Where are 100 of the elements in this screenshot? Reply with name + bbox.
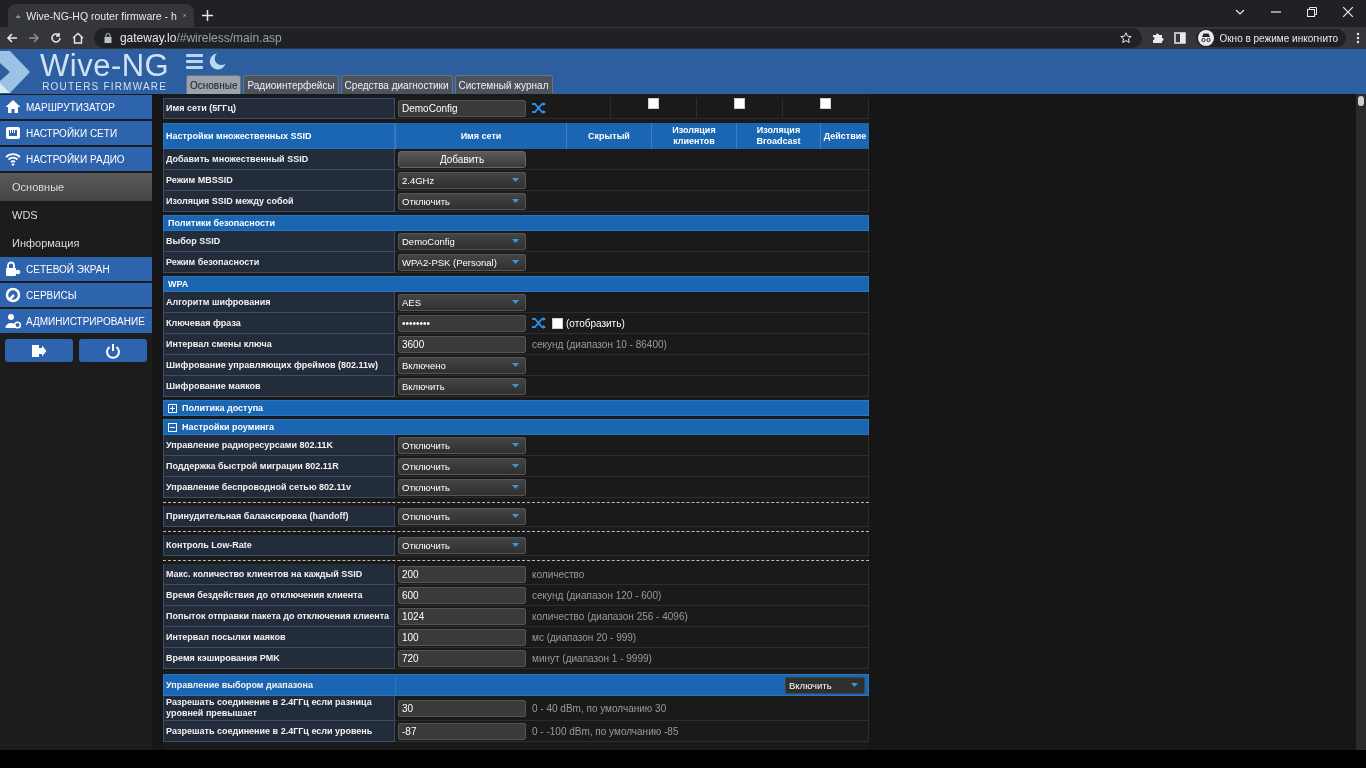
nav-item[interactable]: АДМИНИСТРИРОВАНИЕ [0,309,152,333]
nav-item[interactable]: НАСТРОЙКИ СЕТИ [0,121,152,145]
tab[interactable]: Средства диагностики [340,75,453,94]
power-button[interactable] [79,339,147,362]
scroll-thumb[interactable] [1358,96,1364,106]
dropdown[interactable]: Отключить [398,436,526,454]
profile-button[interactable]: Окно в режиме инкогнито [1196,29,1346,47]
checkbox[interactable] [648,98,659,109]
input-field[interactable]: DemoConfig [398,99,526,117]
field-label: Настройки множественных SSID [163,123,395,149]
star-icon[interactable] [1120,32,1133,44]
field-label: Добавить множественный SSID [163,149,395,170]
input-field[interactable]: 3600 [398,335,526,353]
field-label: Имя сети (5ГГц) [163,98,395,119]
field-label: Ключевая фраза [163,313,395,334]
tab[interactable]: Радиоинтерфейсы [243,75,339,94]
dropdown[interactable]: AES [398,293,526,311]
nav-subitem[interactable]: Информация [0,229,152,257]
nav-item[interactable]: НАСТРОЙКИ РАДИО [0,147,152,171]
collapse-icon[interactable] [168,422,177,432]
incognito-icon [1198,30,1215,46]
field-label: Разрешать соединение в 2.4ГГц если уровень [163,721,395,742]
column-header: Скрытый [566,123,651,149]
input-field[interactable]: 720 [398,649,526,667]
field-hint: минут (диапазон 1 - 9999) [532,652,652,664]
input-field[interactable]: •••••••• [398,314,526,332]
browser-tab[interactable]: Wive-NG-HQ router firmware - h [8,4,194,27]
dropdown[interactable]: Отключить [398,507,526,525]
field-label: Шифрование управляющих фреймов (802.11w) [163,355,395,376]
logo-subtitle: ROUTERS FIRMWARE [42,81,168,92]
dropdown[interactable]: Отключить [398,536,526,554]
checkbox[interactable] [820,98,831,109]
input-field[interactable]: 200 [398,565,526,583]
nav-item[interactable]: СЕТЕВОЙ ЭКРАН [0,257,152,281]
section-title: Политики безопасности [168,218,275,228]
dropdown[interactable]: DemoConfig [398,232,526,250]
shuffle-icon[interactable] [532,317,546,329]
house-icon [5,99,21,115]
add-button[interactable]: Добавить [398,150,526,168]
moon-icon[interactable] [208,53,226,70]
close-icon[interactable] [1343,7,1353,17]
caret-icon [851,683,858,687]
checkbox[interactable] [734,98,745,109]
user-icon [5,313,21,329]
logout-button[interactable] [5,339,73,362]
dropdown[interactable]: Отключить [398,457,526,475]
section-title: WPA [168,279,189,289]
power-icon [105,342,121,359]
input-field[interactable]: -87 [398,722,526,740]
caret-icon [512,514,519,518]
dropdown[interactable]: WPA2-PSK (Personal) [398,253,526,271]
dropdown[interactable]: Отключить [398,192,526,210]
forward-icon [28,32,40,44]
more-menu-icon[interactable] [1356,32,1360,44]
field-label: Время бездействия до отключения клиента [163,585,395,606]
tab[interactable]: Основные [186,75,242,94]
caret-icon [512,199,519,203]
tab[interactable]: Системный журнал [454,75,553,94]
new-tab-icon[interactable] [202,10,213,21]
caret-icon [512,239,519,243]
nav-subitem[interactable]: Основные [0,173,152,201]
section-title: Настройки роуминга [182,422,275,432]
input-field[interactable]: 1024 [398,607,526,625]
input-field[interactable]: 100 [398,628,526,646]
field-hint: 0 - 40 dBm, по умолчанию 30 [532,702,667,714]
field-label: Интервал посылки маяков [163,627,395,648]
field-label: Попыток отправки пакета до отключения клиента [163,606,395,627]
shuffle-icon[interactable] [532,102,546,114]
scrollbar[interactable] [1356,94,1366,750]
column-header: Имя сети [395,123,566,149]
dropdown[interactable]: Включено [398,356,526,374]
field-label: Принудительная балансировка (handoff) [163,506,395,527]
puzzle-icon[interactable] [1152,32,1165,44]
lock-icon [5,261,21,277]
restore-icon[interactable] [1307,7,1317,17]
field-hint: количество [532,568,585,580]
menu-icon[interactable] [186,53,204,69]
chevron-down-icon[interactable] [1235,7,1245,17]
input-field[interactable]: 30 [398,699,526,717]
show-password-checkbox[interactable]: (отобразить) [552,317,625,329]
field-label: Разрешать соединение в 2.4ГГц если разница уровней превышает [163,696,395,721]
home-icon[interactable] [71,32,84,44]
nav-subitem[interactable]: WDS [0,201,152,229]
nav-item[interactable]: СЕРВИСЫ [0,283,152,307]
field-label: Интервал смены ключа [163,334,395,355]
caret-icon [512,363,519,367]
field-label: Алгоритм шифрования [163,292,395,313]
dropdown[interactable]: Отключить [398,478,526,496]
input-field[interactable]: 600 [398,586,526,604]
field-hint: количество (диапазон 256 - 4096) [532,610,688,622]
side-panel-icon[interactable] [1174,32,1187,44]
dropdown[interactable]: 2.4GHz [398,171,526,189]
reload-icon[interactable] [49,32,62,44]
caret-icon [512,178,519,182]
back-icon[interactable] [6,32,18,44]
nav-item[interactable]: МАРШРУТИЗАТОР [0,95,152,119]
dropdown[interactable]: Включить [398,377,526,395]
dropdown[interactable]: Включить [785,676,865,694]
expand-icon[interactable] [168,403,177,413]
field-hint: секунд (диапазон 10 - 86400) [532,338,667,350]
